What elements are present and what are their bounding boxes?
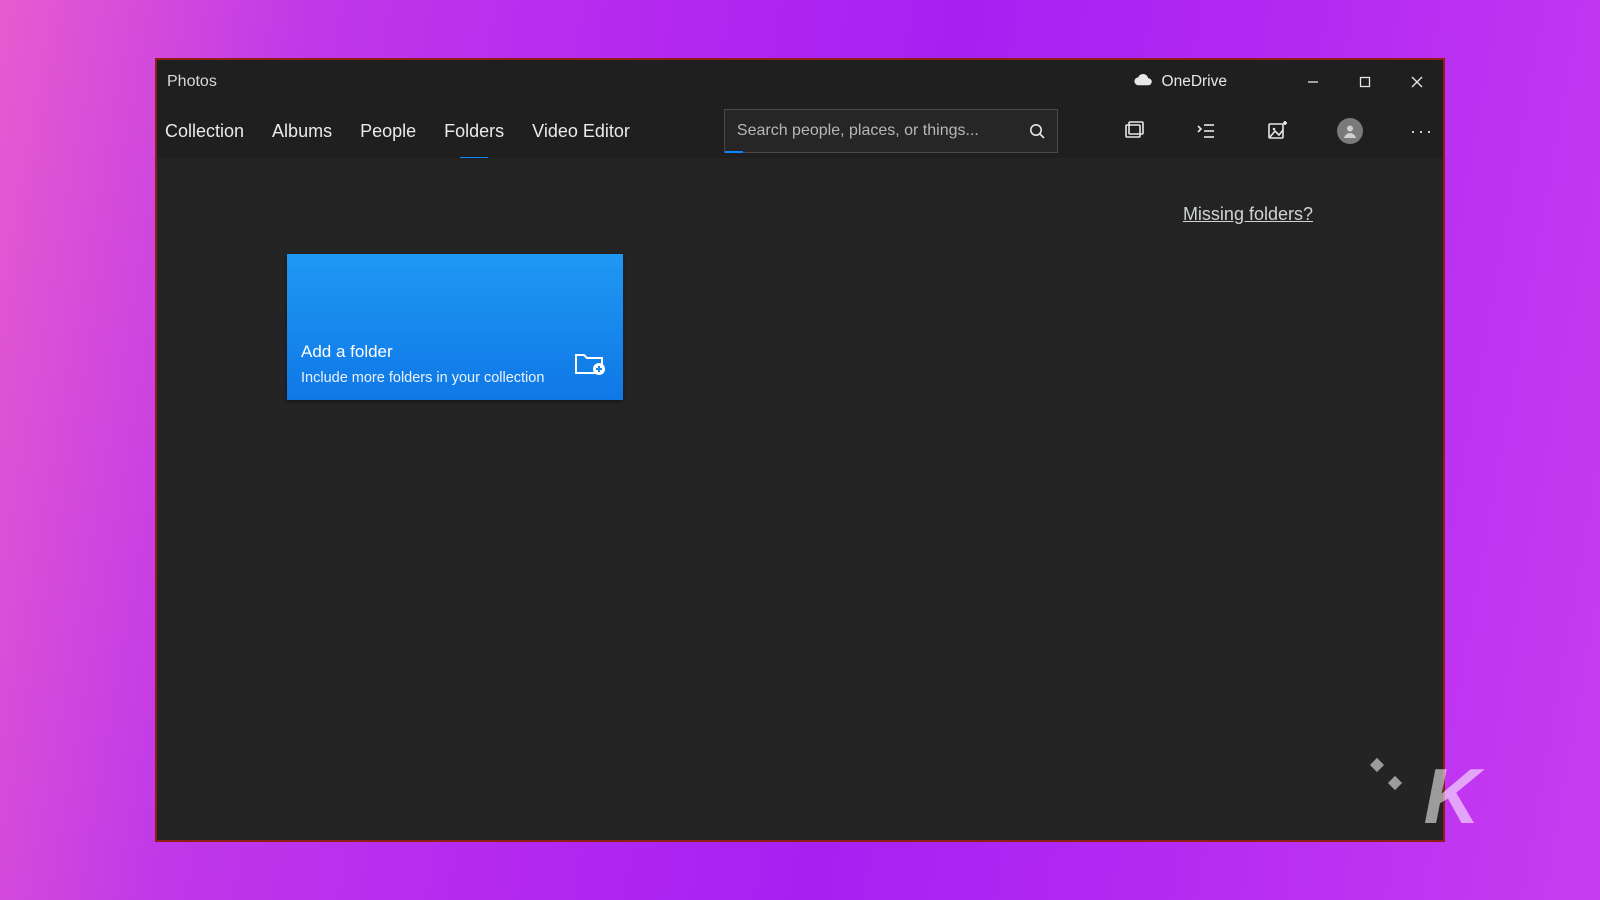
photos-app-window: Photos OneDrive — [155, 58, 1445, 842]
close-button[interactable] — [1391, 60, 1443, 104]
search-icon[interactable] — [1017, 122, 1057, 140]
app-title: Photos — [157, 73, 217, 91]
search-input[interactable] — [725, 122, 1017, 140]
add-folder-tile[interactable]: Add a folder Include more folders in you… — [287, 254, 623, 400]
account-avatar[interactable] — [1337, 118, 1363, 144]
search-box[interactable] — [724, 109, 1058, 153]
add-folder-title: Add a folder — [301, 342, 393, 362]
window-controls — [1287, 60, 1443, 104]
minimize-button[interactable] — [1287, 60, 1339, 104]
tab-collection[interactable]: Collection — [165, 104, 244, 158]
titlebar: Photos OneDrive — [157, 60, 1443, 104]
toolbar-right: ··· — [1121, 118, 1443, 144]
tab-folders[interactable]: Folders — [444, 104, 504, 158]
add-folder-subtitle: Include more folders in your collection — [301, 370, 544, 386]
nav-bar: Collection Albums People Folders Video E… — [157, 104, 1443, 158]
onedrive-button[interactable]: OneDrive — [1132, 73, 1227, 92]
more-options-icon[interactable]: ··· — [1409, 118, 1435, 144]
maximize-button[interactable] — [1339, 60, 1391, 104]
content-area: Missing folders? Add a folder Include mo… — [157, 158, 1443, 840]
add-folder-icon — [573, 347, 607, 382]
cloud-icon — [1132, 73, 1154, 92]
select-icon[interactable] — [1193, 118, 1219, 144]
edit-create-icon[interactable] — [1265, 118, 1291, 144]
tabs: Collection Albums People Folders Video E… — [157, 104, 630, 158]
tab-people[interactable]: People — [360, 104, 416, 158]
tab-albums[interactable]: Albums — [272, 104, 332, 158]
import-icon[interactable] — [1121, 118, 1147, 144]
tab-video-editor[interactable]: Video Editor — [532, 104, 630, 158]
onedrive-label: OneDrive — [1162, 73, 1227, 91]
missing-folders-link[interactable]: Missing folders? — [1183, 204, 1313, 225]
